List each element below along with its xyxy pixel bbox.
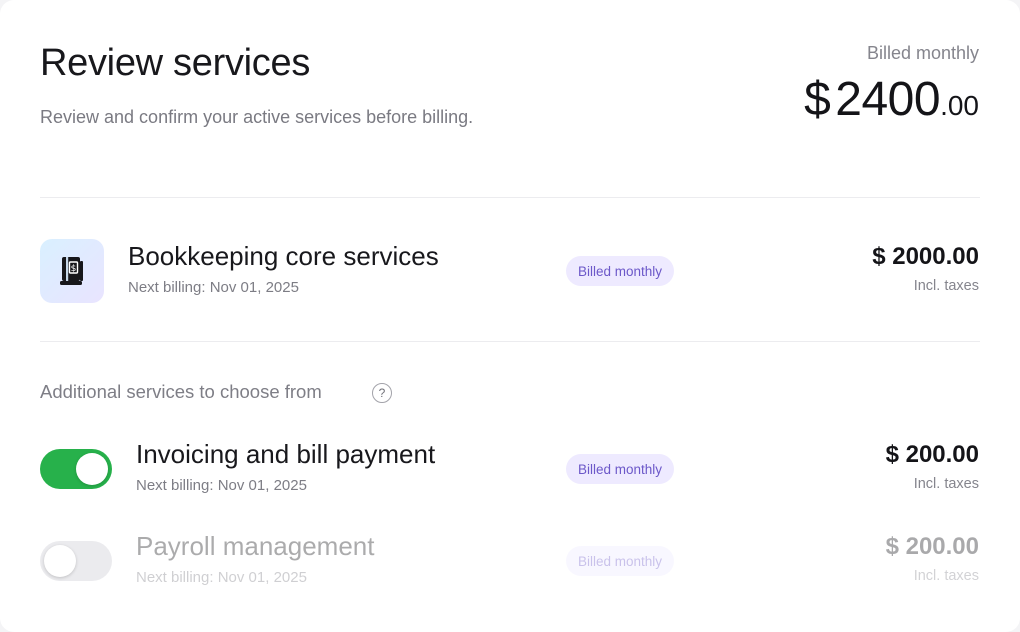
- price-tax-note: Incl. taxes: [913, 278, 979, 294]
- next-billing-date: Next billing: Nov 01, 2025: [136, 477, 307, 494]
- divider: [40, 341, 980, 342]
- total-amount-cents: .00: [940, 90, 979, 121]
- toggle-knob: [44, 545, 76, 577]
- page-subtitle: Review and confirm your active services …: [40, 107, 474, 127]
- page-title: Review services: [40, 42, 311, 84]
- price-tax-note: Incl. taxes: [913, 476, 979, 492]
- billing-frequency-badge: Billed monthly: [566, 256, 675, 286]
- billing-frequency-badge: Billed monthly: [566, 454, 675, 484]
- svg-text:$: $: [71, 264, 77, 274]
- next-billing-date: Next billing: Nov 01, 2025: [136, 569, 307, 586]
- review-services-card: Review services Review and confirm your …: [0, 0, 1020, 632]
- payroll-toggle[interactable]: [40, 541, 112, 581]
- service-price: $ 200.00: [885, 533, 979, 560]
- total-amount: $ 2400.00: [804, 72, 979, 127]
- total-currency: $: [804, 73, 831, 126]
- total-amount-value: 2400: [835, 73, 941, 126]
- billing-frequency-caption: Billed monthly: [866, 43, 979, 63]
- service-name-invoicing: Invoicing and bill payment: [136, 439, 436, 469]
- help-icon[interactable]: ?: [372, 383, 392, 403]
- divider: [40, 197, 980, 198]
- service-name-bookkeeping: Bookkeeping core services: [128, 241, 439, 271]
- toggle-knob: [76, 453, 108, 485]
- invoicing-toggle[interactable]: [40, 449, 112, 489]
- billing-frequency-badge: Billed monthly: [566, 546, 675, 576]
- service-price: $ 200.00: [885, 441, 979, 468]
- ledger-dollar-icon: $: [40, 239, 104, 303]
- service-name-payroll: Payroll management: [136, 531, 375, 561]
- service-price: $ 2000.00: [872, 243, 979, 270]
- next-billing-date: Next billing: Nov 01, 2025: [128, 279, 299, 296]
- price-tax-note: Incl. taxes: [913, 568, 979, 584]
- additional-services-label: Additional services to choose from: [40, 381, 322, 402]
